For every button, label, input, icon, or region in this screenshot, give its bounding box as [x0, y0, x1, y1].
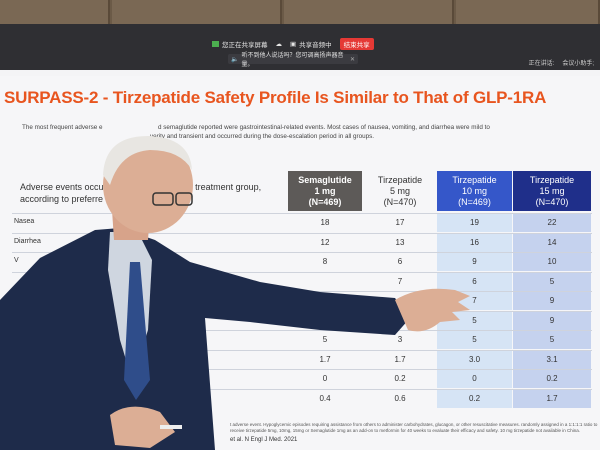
share-status-label: 您正在共享屏幕 [222, 42, 268, 49]
table-cell: 5 [437, 331, 512, 349]
row-label: V [14, 257, 19, 264]
header-label-b: in any treatment group, [168, 182, 262, 192]
table-cell: 6 [397, 257, 403, 266]
table-cell: 9 [437, 253, 512, 271]
table-cell: 8 [322, 257, 328, 266]
intro-part-a: The most frequent adverse e [22, 124, 103, 131]
table-row: 3.0mmol/L) 0.4 0.6 0.2 1.7 [12, 388, 592, 408]
header-label-c: according to preferre [20, 194, 104, 204]
column-dose: 5 mg [389, 186, 410, 196]
stop-share-button[interactable]: 结束共享 [339, 38, 374, 50]
table-cell: 0 [437, 370, 512, 388]
meeting-toolbar: 您正在共享屏幕 ☁ ▣ 共享音频中 结束共享 🔈 听不到他人说话吗？您可调高扬声… [0, 24, 600, 70]
table-cell: 10 [513, 253, 591, 271]
column-name: Tirzepatide [452, 175, 497, 185]
table-row: Nasea 18 17 19 22 [12, 213, 592, 232]
column-dose: 1 mg [314, 186, 336, 196]
table-cell: 0.2 [394, 374, 406, 383]
row-label: or diarrhea (%) [14, 354, 61, 362]
table-cell: 5 [437, 311, 512, 330]
table-cell: 19 [437, 214, 512, 232]
column-n: (N=470) [383, 197, 417, 207]
column-header-tirzepatide-5: Tirzepatide 5 mg (N=470) [364, 171, 436, 211]
table-cell: 1.7 [319, 354, 331, 364]
table-row: V 8 6 9 10 [12, 252, 592, 271]
table-cell: 18 [320, 218, 330, 227]
slide-intro: The most frequent adverse e d semaglutid… [22, 123, 582, 141]
table-cell: 3.0 [437, 350, 512, 369]
table-cell: 22 [513, 214, 591, 232]
table-cell: 0.2 [513, 370, 591, 388]
cloud-icon-button[interactable]: ☁ [276, 40, 283, 48]
table-cell: 7 [437, 292, 512, 310]
table-cell: 16 [437, 233, 512, 252]
table-cell: 5 [513, 272, 591, 291]
row-label: Nasea [14, 218, 35, 225]
intro-line-2: verity and transient and occurred during… [150, 133, 375, 140]
table-cell: 5 [322, 335, 328, 344]
mic-icon: ▣ [290, 41, 297, 48]
intro-part-b: d semaglutide reported were gastrointest… [158, 124, 490, 131]
column-header-tirzepatide-10: Tirzepatide 10 mg (N=469) [437, 171, 512, 211]
audio-share-status[interactable]: ▣ 共享音频中 [290, 39, 332, 49]
column-n: (N=469) [308, 197, 342, 207]
table-cell: 7 [397, 276, 403, 286]
citation-text: et al. N Engl J Med. 2021 [230, 437, 298, 443]
footnote-text: t adverse event. Hypoglycemic episodes r… [230, 422, 598, 433]
table-cell: 3 [397, 335, 403, 344]
column-name: Tirzepatide [377, 175, 423, 185]
column-dose: 15 mg [539, 186, 565, 196]
slide-title: SURPASS-2 - Tirzepatide Safety Profile I… [4, 88, 547, 107]
toolbar-controls: 您正在共享屏幕 ☁ ▣ 共享音频中 结束共享 [212, 38, 374, 50]
audio-share-label: 共享音频中 [299, 42, 332, 49]
speaker-info: 正在讲话: 会议小助手; [529, 58, 594, 67]
slide-footnote: t adverse event. Hypoglycemic episodes r… [230, 422, 600, 443]
header-label-a: Adverse events occu [20, 182, 104, 192]
table-cell: 0.4 [319, 393, 331, 403]
notice-text: 听不到他人说话吗？您可调高扬声器音量。 [241, 53, 344, 68]
table-row: or diarrhea (%) 1.7 1.7 3.0 3.1 [12, 349, 592, 369]
column-name: Semaglutide [298, 175, 352, 185]
table-cell: 17 [395, 218, 405, 227]
table-cell: 1.7 [394, 354, 406, 364]
table-cell: 14 [513, 233, 591, 252]
table-cell: 1.7 [513, 389, 591, 408]
presentation-slide: SURPASS-2 - Tirzepatide Safety Profile I… [0, 76, 600, 450]
table-cell: 9 [513, 311, 591, 330]
projection-screen: 您正在共享屏幕 ☁ ▣ 共享音频中 结束共享 🔈 听不到他人说话吗？您可调高扬声… [0, 24, 600, 450]
table-row: Diarrhea 12 13 16 14 [12, 232, 592, 252]
column-header-semaglutide: Semaglutide 1 mg (N=469) [288, 171, 362, 211]
row-label: 3.0mmol/L) [14, 393, 50, 401]
table-row: 59 [12, 310, 592, 330]
close-icon[interactable]: ✕ [350, 56, 355, 63]
table-cell: 0 [322, 374, 328, 383]
screen-share-status[interactable]: 您正在共享屏幕 [212, 39, 268, 49]
row-label: Diarrhea [14, 237, 41, 245]
table-cell: 12 [320, 237, 330, 247]
table-row: 79 [12, 291, 592, 310]
room-label: 会议小助手; [562, 61, 594, 67]
table-cell: 5 [513, 331, 591, 349]
signal-icon [212, 41, 219, 47]
table-cell: 0.6 [394, 393, 406, 403]
speaker-label: 正在讲话: [528, 61, 555, 67]
table-cell: 3.1 [513, 350, 591, 369]
table-cell: 6 [437, 272, 512, 291]
column-name: Tirzepatide [529, 175, 575, 185]
speaker-icon: 🔈 [231, 56, 239, 63]
table-cell: 0.2 [437, 389, 512, 408]
table-cell: 13 [395, 237, 405, 247]
column-n: (N=469) [458, 197, 491, 207]
table-row: 5355 [12, 330, 592, 349]
table-row-header: Adverse events occu in any treatment gro… [20, 181, 290, 205]
table-row: 7 65 [12, 271, 592, 291]
column-header-tirzepatide-15: Tirzepatide 15 mg (N=470) [513, 171, 591, 211]
table-row: a 0 0.2 0 0.2 [12, 369, 592, 388]
volume-notice: 🔈 听不到他人说话吗？您可调高扬声器音量。 ✕ [228, 53, 358, 68]
column-dose: 10 mg [461, 186, 487, 196]
row-label: a [14, 374, 18, 381]
table-cell: 9 [513, 292, 591, 310]
adverse-events-table: Adverse events occu in any treatment gro… [12, 171, 592, 426]
column-n: (N=470) [535, 197, 569, 207]
